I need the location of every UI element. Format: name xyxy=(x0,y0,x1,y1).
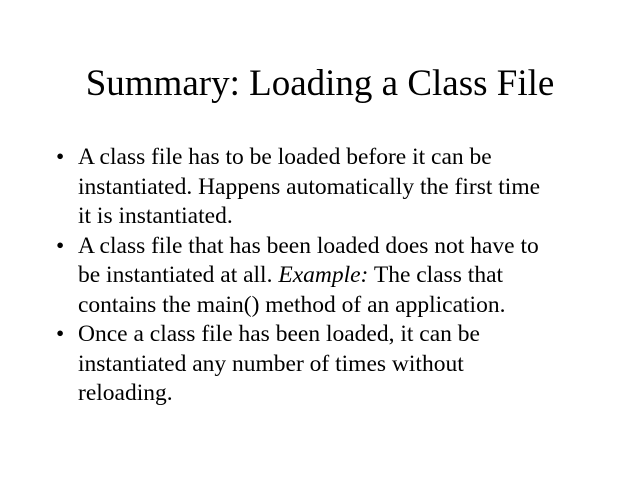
bullet-item: • A class file has to be loaded before i… xyxy=(56,143,616,232)
bullet-item: • A class file that has been loaded does… xyxy=(56,232,616,321)
bullet-text: The class that xyxy=(368,262,504,288)
bullet-item: • Once a class file has been loaded, it … xyxy=(56,320,616,409)
bullet-line: instantiated. Happens automatically the … xyxy=(78,173,541,200)
example-emphasis: Example: xyxy=(278,262,369,288)
slide-title: Summary: Loading a Class File xyxy=(85,63,555,104)
bullet-line: reloading. xyxy=(78,380,173,406)
bullet-dot-icon: • xyxy=(56,232,65,259)
bullet-line: it is instantiated. xyxy=(78,203,233,229)
slide: Summary: Loading a Class File • A class … xyxy=(0,0,640,480)
bullet-line: be instantiated at all. Example: The cla… xyxy=(78,261,616,291)
bullet-line: A class file that has been loaded does n… xyxy=(78,232,539,259)
bullet-text: be instantiated at all. xyxy=(78,262,279,288)
bullet-dot-icon: • xyxy=(56,144,65,170)
bullet-line: contains the main() method of an applica… xyxy=(78,291,506,318)
bullet-dot-icon: • xyxy=(56,321,65,347)
bullet-line: Once a class file has been loaded, it ca… xyxy=(78,321,480,347)
bullet-list: • A class file has to be loaded before i… xyxy=(56,143,616,409)
bullet-line: A class file has to be loaded before it … xyxy=(78,144,492,170)
bullet-line: instantiated any number of times without xyxy=(78,350,464,377)
